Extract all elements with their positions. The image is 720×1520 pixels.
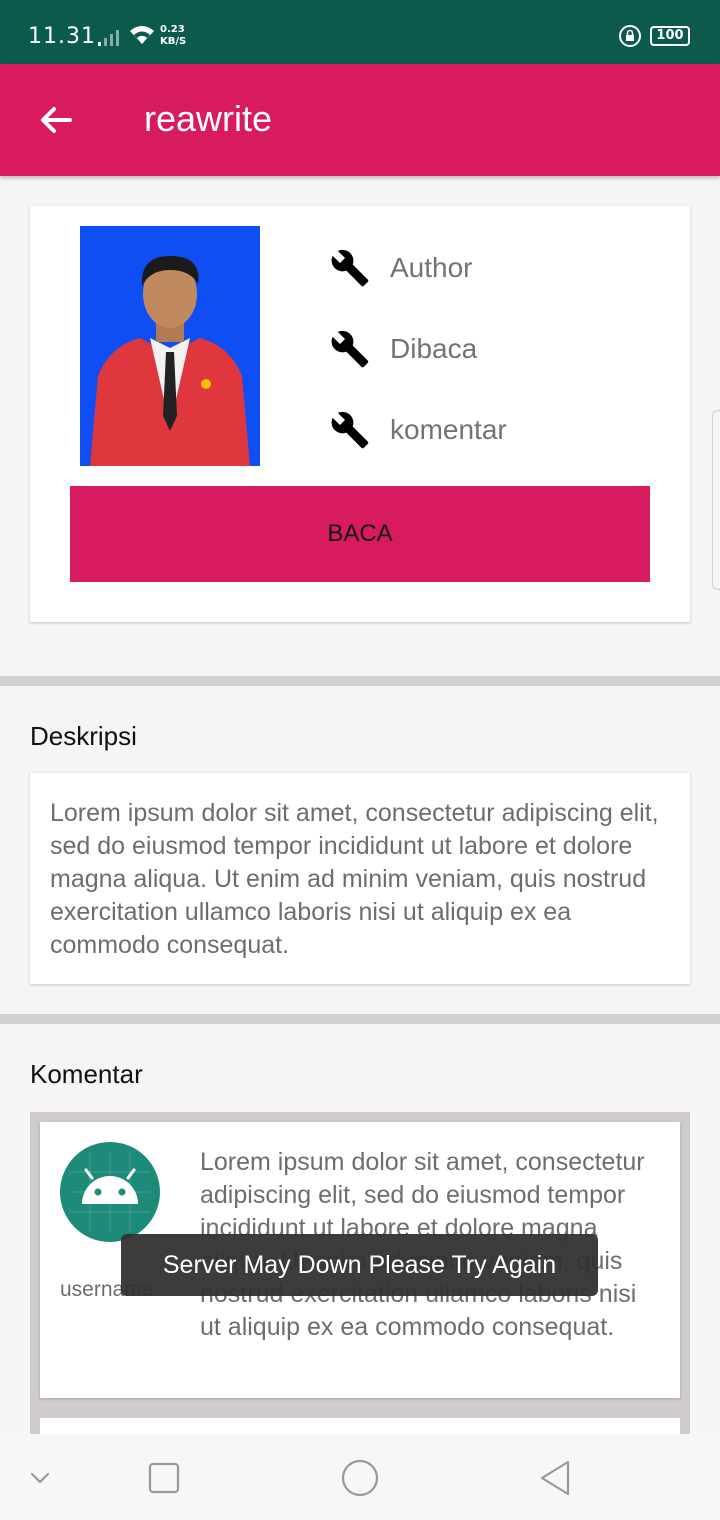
- speed-value: 0.23: [160, 24, 185, 35]
- stat-dibaca-label: Dibaca: [390, 333, 478, 364]
- chevron-down-icon[interactable]: [16, 1454, 64, 1502]
- section-divider: [0, 676, 720, 686]
- description-text: Lorem ipsum dolor sit amet, consectetur …: [50, 799, 659, 959]
- page-title: reawrite: [144, 98, 273, 139]
- wrench-icon: [331, 411, 369, 449]
- arrow-back-icon[interactable]: [36, 100, 76, 140]
- stat-dibaca: Dibaca: [330, 327, 477, 371]
- comments-title: Komentar: [30, 1059, 143, 1089]
- network-speed: 0.23 KB/S: [160, 24, 186, 48]
- status-bar: 11.31 0.23 KB/S 100: [0, 0, 720, 64]
- app-bar: reawrite: [0, 64, 720, 176]
- stat-author: Author: [330, 246, 473, 290]
- speed-unit: KB/S: [160, 36, 187, 47]
- wrench-icon: [331, 249, 369, 287]
- author-photo: [80, 226, 260, 466]
- wrench-icon: [331, 330, 369, 368]
- recent-apps-icon[interactable]: [140, 1454, 188, 1502]
- scrollbar[interactable]: [712, 410, 720, 590]
- toast-message: Server May Down Please Try Again: [121, 1234, 598, 1296]
- read-button[interactable]: BACA: [70, 486, 650, 582]
- description-title: Deskripsi: [30, 721, 137, 751]
- stat-komentar: komentar: [330, 408, 507, 452]
- section-divider: [0, 1014, 720, 1024]
- battery-indicator: 100: [650, 26, 690, 46]
- android-avatar-icon: [60, 1142, 160, 1242]
- book-info-card: Author Dibaca komentar BACA: [30, 206, 690, 622]
- home-icon[interactable]: [336, 1454, 384, 1502]
- rotation-lock-icon: [619, 25, 641, 47]
- status-time: 11.31: [28, 24, 96, 49]
- stat-author-label: Author: [390, 252, 473, 283]
- wifi-icon: [130, 26, 154, 44]
- back-nav-icon[interactable]: [532, 1454, 580, 1502]
- signal-icon: [98, 30, 119, 46]
- description-card: Lorem ipsum dolor sit amet, consectetur …: [30, 773, 690, 984]
- stat-komentar-label: komentar: [390, 414, 507, 445]
- system-nav-bar: [0, 1434, 720, 1520]
